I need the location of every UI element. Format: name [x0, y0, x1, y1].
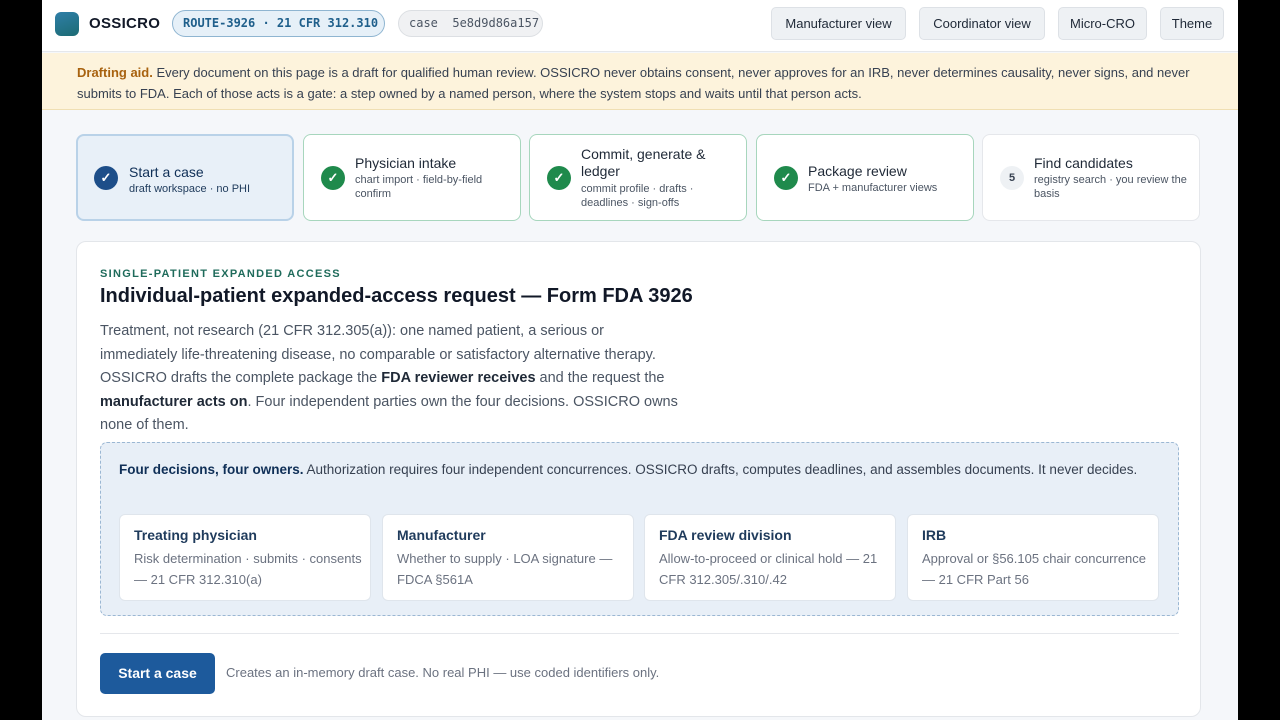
- top-bar: OSSICRO ROUTE-3926 · 21 CFR 312.310 case…: [42, 0, 1238, 52]
- check-icon: ✓: [547, 166, 571, 190]
- owner-card-manufacturer: Manufacturer Whether to supply · LOA sig…: [382, 514, 634, 601]
- step-title: Find candidates: [1034, 155, 1133, 171]
- step-title: Commit, generate & ledger: [581, 146, 706, 179]
- step-title: Start a case: [129, 164, 204, 180]
- step-title: Package review: [808, 163, 907, 179]
- owner-title: Manufacturer: [397, 527, 486, 543]
- owner-title: Treating physician: [134, 527, 257, 543]
- theme-button[interactable]: Theme: [1160, 7, 1224, 40]
- intro-emphasis: manufacturer acts on: [100, 393, 248, 410]
- owner-text: Allow-to-proceed or clinical hold — 21 C…: [659, 551, 878, 587]
- intro-text: and the request the: [535, 370, 665, 386]
- check-icon: ✓: [321, 166, 345, 190]
- step-start-case[interactable]: ✓ Start a case draft workspace · no PHI: [76, 134, 294, 221]
- section-eyebrow: SINGLE-PATIENT EXPANDED ACCESS: [100, 268, 341, 280]
- step-commit-generate-ledger[interactable]: ✓ Commit, generate & ledger commit profi…: [529, 134, 747, 221]
- owner-card-fda-review-division: FDA review division Allow-to-proceed or …: [644, 514, 896, 601]
- intro-emphasis: FDA reviewer receives: [381, 370, 536, 386]
- micro-cro-button[interactable]: Micro-CRO: [1058, 7, 1147, 40]
- step-package-review[interactable]: ✓ Package review FDA + manufacturer view…: [756, 134, 974, 221]
- page-title: Individual-patient expanded-access reque…: [100, 285, 693, 307]
- main-card: SINGLE-PATIENT EXPANDED ACCESS Individua…: [76, 241, 1201, 717]
- check-icon: ✓: [94, 166, 118, 190]
- drafting-aid-banner: Drafting aid. Every document on this pag…: [42, 53, 1238, 110]
- case-badge: case 5e8d9d86a157: [398, 10, 543, 37]
- decisions-text: Authorization requires four independent …: [303, 462, 1138, 477]
- owner-card-treating-physician: Treating physician Risk determination · …: [119, 514, 371, 601]
- step-subtitle: registry search · you review the basis: [1034, 174, 1187, 200]
- step-subtitle: chart import · field-by-field confirm: [355, 174, 483, 200]
- start-case-button[interactable]: Start a case: [100, 653, 215, 694]
- divider: [100, 633, 1179, 634]
- intro-paragraph: Treatment, not research (21 CFR 312.305(…: [100, 320, 680, 438]
- step-subtitle: draft workspace · no PHI: [129, 183, 251, 195]
- banner-text: Every document on this page is a draft f…: [77, 65, 1190, 101]
- owner-title: IRB: [922, 527, 947, 543]
- brand-name: OSSICRO: [89, 15, 161, 32]
- owner-text: Whether to supply · LOA signature — FDCA…: [397, 551, 613, 587]
- owner-title: FDA review division: [659, 527, 792, 543]
- decisions-lead: Four decisions, four owners.: [119, 462, 304, 477]
- owner-text: Approval or §56.105 chair concurrence — …: [922, 551, 1147, 587]
- app-window: OSSICRO ROUTE-3926 · 21 CFR 312.310 case…: [42, 0, 1238, 720]
- step-subtitle: FDA + manufacturer views: [808, 182, 938, 194]
- step-physician-intake[interactable]: ✓ Physician intake chart import · field-…: [303, 134, 521, 221]
- step-find-candidates[interactable]: 5 Find candidates registry search · you …: [982, 134, 1200, 221]
- step-title: Physician intake: [355, 155, 457, 171]
- decisions-panel: Four decisions, four owners. Authorizati…: [100, 442, 1179, 616]
- start-case-hint: Creates an in-memory draft case. No real…: [226, 665, 660, 680]
- manufacturer-view-button[interactable]: Manufacturer view: [771, 7, 906, 40]
- coordinator-view-button[interactable]: Coordinator view: [919, 7, 1045, 40]
- step-subtitle: commit profile · drafts · deadlines · si…: [581, 183, 694, 209]
- owner-card-irb: IRB Approval or §56.105 chair concurrenc…: [907, 514, 1159, 601]
- decisions-description: Four decisions, four owners. Authorizati…: [119, 459, 1149, 481]
- owner-text: Risk determination · submits · consents …: [134, 551, 362, 587]
- step-number: 5: [1000, 166, 1024, 190]
- check-icon: ✓: [774, 166, 798, 190]
- logo-icon: [55, 12, 79, 36]
- route-badge: ROUTE-3926 · 21 CFR 312.310: [172, 10, 385, 37]
- banner-lead: Drafting aid.: [77, 65, 153, 80]
